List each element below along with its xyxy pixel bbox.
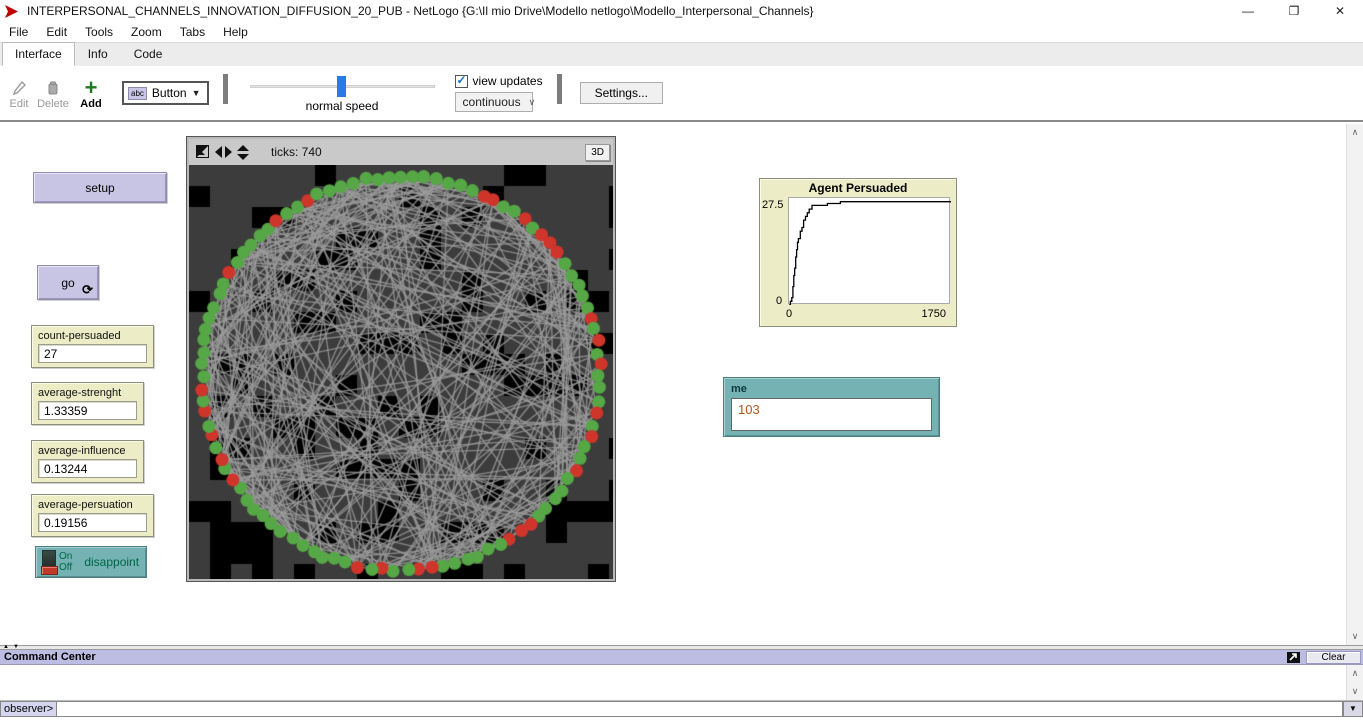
speed-label: normal speed [250,99,435,113]
speed-slider: normal speed [250,73,435,113]
ticks-counter: ticks: 740 [271,145,322,159]
monitor-value: 0.13244 [38,459,137,478]
pencil-icon [12,81,26,95]
title-bar: INTERPERSONAL_CHANNELS_INNOVATION_DIFFUS… [0,0,1363,22]
settings-button[interactable]: Settings... [580,82,663,104]
x-axis-max-label: 1750 [922,308,946,320]
monitor-label: count-persuaded [38,330,147,342]
monitor-label: average-strenght [38,387,137,399]
netlogo-window: INTERPERSONAL_CHANNELS_INNOVATION_DIFFUS… [0,0,1363,725]
switch-name: disappoint [84,555,139,569]
scroll-down-icon[interactable]: ∨ [1352,628,1359,645]
menu-tools[interactable]: Tools [76,23,122,41]
y-axis-max-label: 27.5 [762,199,783,211]
restore-button[interactable]: ❐ [1271,0,1317,22]
menu-tabs[interactable]: Tabs [171,23,214,41]
monitor-average-influence: average-influence 0.13244 [31,440,144,483]
me-input-field[interactable]: 103 [731,398,932,431]
menu-help[interactable]: Help [214,23,257,41]
observer-prompt: observer> [0,701,57,717]
go-button[interactable]: go ⟳ [37,265,99,300]
add-widget-button[interactable]: + Add [74,81,108,110]
switch-off-label: Off [59,562,72,573]
abc-icon: abc [128,87,147,100]
menu-bar: File Edit Tools Zoom Tabs Help [0,22,1363,42]
tab-code[interactable]: Code [121,42,176,66]
workspace-vertical-scrollbar[interactable]: ∧ ∨ [1346,124,1363,645]
update-mode-value: continuous [463,95,521,109]
scroll-up-icon[interactable]: ∧ [1352,124,1359,141]
command-center-title: Command Center [0,651,96,663]
view-updates-label: view updates [473,74,543,88]
horizontal-arrows-icon [215,146,232,158]
scroll-down-icon[interactable]: ∨ [1352,683,1359,700]
widget-type-value: Button [152,86,187,100]
history-dropdown-button[interactable]: ▼ [1343,701,1363,717]
world-canvas[interactable] [189,165,613,579]
speed-slider-thumb[interactable] [337,76,346,97]
3d-view-button[interactable]: 3D [585,144,610,161]
checkbox-checked-icon [455,75,468,88]
y-axis-min-label: 0 [776,295,782,307]
resize-corner-icon [196,145,210,159]
edit-widget-button[interactable]: Edit [2,81,36,110]
update-mode-dropdown[interactable]: continuous ∨ [455,92,533,112]
switch-knob[interactable] [41,566,58,575]
widget-type-dropdown[interactable]: abc Button ▼ [122,81,209,105]
command-input-field[interactable] [57,701,1343,717]
monitor-label: average-persuation [38,499,147,511]
command-center-header: Command Center Clear [0,650,1363,665]
plot-line [789,202,951,305]
switch-on-label: On [59,551,72,562]
x-axis-min-label: 0 [786,308,792,320]
monitor-label: average-influence [38,445,137,457]
menu-edit[interactable]: Edit [37,23,76,41]
window-title: INTERPERSONAL_CHANNELS_INNOVATION_DIFFUS… [27,4,814,18]
menu-file[interactable]: File [0,23,37,41]
plot-area [788,197,950,304]
toolbar-separator [223,74,228,104]
view-updates-checkbox[interactable]: view updates [455,74,543,88]
delete-widget-button[interactable]: Delete [36,81,70,110]
command-input-row: observer> ▼ [0,701,1363,717]
monitor-average-persuation: average-persuation 0.19156 [31,494,154,537]
interface-workspace: setup go ⟳ count-persuaded 27 average-st… [0,124,1363,645]
monitor-count-persuaded: count-persuaded 27 [31,325,154,368]
switch-toggle[interactable] [42,550,56,574]
output-vertical-scrollbar[interactable]: ∧ ∨ [1346,665,1363,700]
world-view-widget: ticks: 740 3D [186,136,616,582]
clear-button[interactable]: Clear [1306,651,1361,664]
netlogo-logo-icon [5,5,21,18]
plus-icon: + [85,81,98,95]
agent-persuaded-plot: Agent Persuaded 27.5 0 0 1750 [759,178,957,327]
chevron-down-icon: ∨ [529,97,536,108]
input-label: me [731,383,932,395]
menu-zoom[interactable]: Zoom [122,23,171,41]
me-input-widget: me 103 [723,377,940,437]
vertical-arrows-icon [237,145,249,160]
minimize-button[interactable]: — [1225,0,1271,22]
tab-bar: Interface Info Code [0,42,1363,66]
trash-icon [47,81,59,95]
command-center-output: ∧ ∨ [0,665,1363,701]
tab-interface[interactable]: Interface [2,42,75,66]
plot-title: Agent Persuaded [760,179,956,195]
interface-toolbar: Edit Delete + Add abc Button ▼ normal sp… [0,66,1363,122]
scroll-up-icon[interactable]: ∧ [1352,665,1359,682]
monitor-value: 1.33359 [38,401,137,420]
toolbar-separator [557,74,562,104]
popout-icon[interactable] [1287,652,1300,663]
monitor-value: 27 [38,344,147,363]
tab-info[interactable]: Info [75,42,121,66]
chevron-down-icon: ▼ [192,88,201,98]
world-view-header: ticks: 740 3D [189,139,613,165]
forever-icon: ⟳ [82,285,93,295]
setup-button[interactable]: setup [33,172,167,203]
disappoint-switch[interactable]: On Off disappoint [35,546,147,578]
monitor-value: 0.19156 [38,513,147,532]
close-button[interactable]: ✕ [1317,0,1363,22]
monitor-average-strenght: average-strenght 1.33359 [31,382,144,425]
